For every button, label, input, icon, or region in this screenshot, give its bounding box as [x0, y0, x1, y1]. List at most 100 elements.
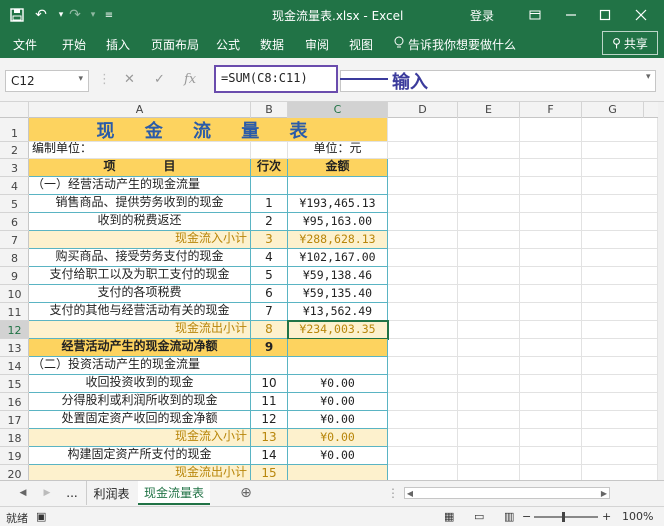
cell-empty[interactable]	[582, 195, 658, 213]
cell-empty[interactable]	[388, 213, 458, 231]
formula-input[interactable]: =SUM(C8:C11)	[214, 65, 338, 93]
row-header[interactable]: 8	[0, 249, 29, 267]
cell-a[interactable]: 现金流出小计	[29, 321, 251, 339]
cell-a[interactable]: 现金流出小计	[29, 465, 251, 480]
cancel-icon[interactable]: ✕	[124, 72, 135, 87]
horizontal-scrollbar[interactable]	[404, 487, 610, 499]
row-header[interactable]: 16	[0, 393, 29, 411]
cell-empty[interactable]	[388, 303, 458, 321]
scroll-left-icon[interactable]: ◀	[404, 481, 416, 505]
cell-empty[interactable]	[458, 357, 520, 375]
cell-b[interactable]: 8	[251, 321, 288, 339]
row-header[interactable]: 7	[0, 231, 29, 249]
zoom-in-icon[interactable]: +	[602, 510, 611, 523]
formula-input-extension[interactable]	[340, 70, 656, 92]
column-header-g[interactable]: G	[582, 102, 644, 118]
cell-empty[interactable]	[582, 411, 658, 429]
cell-empty[interactable]	[388, 118, 458, 142]
row-header[interactable]: 17	[0, 411, 29, 429]
cell-empty[interactable]	[458, 339, 520, 357]
cell-empty[interactable]	[520, 357, 582, 375]
cell-a[interactable]: （二）投资活动产生的现金流量	[29, 357, 251, 375]
cell-b[interactable]: 15	[251, 465, 288, 480]
cell-c[interactable]: ¥102,167.00	[288, 249, 388, 267]
tab-formulas[interactable]: 公式	[216, 36, 240, 53]
cell-empty[interactable]	[458, 267, 520, 285]
tab-splitter-icon[interactable]: ⋮	[387, 481, 399, 505]
tab-page-layout[interactable]: 页面布局	[151, 36, 199, 53]
cell-empty[interactable]	[520, 465, 582, 480]
cell-empty[interactable]	[520, 142, 582, 159]
cell-empty[interactable]	[458, 213, 520, 231]
cell-a[interactable]: 销售商品、提供劳务收到的现金	[29, 195, 251, 213]
column-header-e[interactable]: E	[458, 102, 520, 118]
cell-c[interactable]: ¥0.00	[288, 393, 388, 411]
cell-empty[interactable]	[582, 339, 658, 357]
cell-a[interactable]: 现金流入小计	[29, 231, 251, 249]
cell-c[interactable]	[288, 465, 388, 480]
cell-c[interactable]: ¥95,163.00	[288, 213, 388, 231]
cell-empty[interactable]	[520, 411, 582, 429]
cell-empty[interactable]	[388, 321, 458, 339]
cell-empty[interactable]	[520, 339, 582, 357]
cell-empty[interactable]	[388, 285, 458, 303]
selected-cell-c12[interactable]: ¥234,003.35	[288, 321, 388, 339]
customize-toolbar-icon[interactable]: ≡	[100, 6, 118, 24]
cell-c[interactable]: 金额	[288, 159, 388, 177]
cell-c[interactable]	[288, 339, 388, 357]
normal-view-icon[interactable]: ▦	[444, 510, 454, 523]
column-header-b[interactable]: B	[251, 102, 288, 118]
cell-a[interactable]: （一）经营活动产生的现金流量	[29, 177, 251, 195]
tab-review[interactable]: 审阅	[305, 36, 329, 53]
cell-c[interactable]	[288, 357, 388, 375]
cell-empty[interactable]	[520, 249, 582, 267]
row-header[interactable]: 15	[0, 375, 29, 393]
row-header[interactable]: 10	[0, 285, 29, 303]
cell-empty[interactable]	[582, 142, 658, 159]
row-header[interactable]: 3	[0, 159, 29, 177]
cell-a[interactable]: 收回投资收到的现金	[29, 375, 251, 393]
zoom-level[interactable]: 100%	[622, 510, 653, 523]
cell-empty[interactable]	[582, 447, 658, 465]
cell-c[interactable]: ¥59,135.40	[288, 285, 388, 303]
ribbon-display-icon[interactable]	[526, 6, 544, 24]
cell-c[interactable]	[288, 177, 388, 195]
tab-data[interactable]: 数据	[260, 36, 284, 53]
cell-b[interactable]: 2	[251, 213, 288, 231]
tab-home[interactable]: 开始	[62, 36, 86, 53]
cell-a[interactable]: 支付的各项税费	[29, 285, 251, 303]
cell-empty[interactable]	[582, 177, 658, 195]
cell-a[interactable]: 支付的其他与经营活动有关的现金	[29, 303, 251, 321]
chevron-down-icon[interactable]: ▾	[78, 74, 83, 88]
cell-b[interactable]: 6	[251, 285, 288, 303]
next-sheet-icon[interactable]: ▶	[40, 481, 54, 505]
insert-function-icon[interactable]: fx	[184, 72, 196, 87]
cell-empty[interactable]	[582, 429, 658, 447]
save-icon[interactable]	[8, 6, 26, 24]
cell-empty[interactable]	[458, 303, 520, 321]
cell-empty[interactable]	[388, 159, 458, 177]
cell-a[interactable]: 购买商品、接受劳务支付的现金	[29, 249, 251, 267]
cell-empty[interactable]	[458, 159, 520, 177]
undo-icon[interactable]: ↶	[32, 6, 50, 24]
cell-empty[interactable]	[520, 303, 582, 321]
cell-b[interactable]: 14	[251, 447, 288, 465]
cell-b[interactable]: 11	[251, 393, 288, 411]
cell-empty[interactable]	[582, 465, 658, 480]
page-layout-view-icon[interactable]: ▭	[474, 510, 484, 523]
cell-empty[interactable]	[582, 231, 658, 249]
cell-b[interactable]: 13	[251, 429, 288, 447]
cell-empty[interactable]	[458, 142, 520, 159]
column-header-a[interactable]: A	[29, 102, 251, 118]
cell-empty[interactable]	[458, 429, 520, 447]
cell-empty[interactable]	[458, 465, 520, 480]
cell-empty[interactable]	[520, 429, 582, 447]
cell-a[interactable]: 现金流入小计	[29, 429, 251, 447]
cell-empty[interactable]	[582, 213, 658, 231]
login-link[interactable]: 登录	[470, 7, 494, 24]
cell-a[interactable]: 收到的税费返还	[29, 213, 251, 231]
cell-empty[interactable]	[388, 393, 458, 411]
zoom-out-icon[interactable]: −	[522, 510, 531, 523]
sheet-tab-cashflow[interactable]: 现金流量表	[138, 481, 210, 505]
row-header[interactable]: 20	[0, 465, 29, 480]
